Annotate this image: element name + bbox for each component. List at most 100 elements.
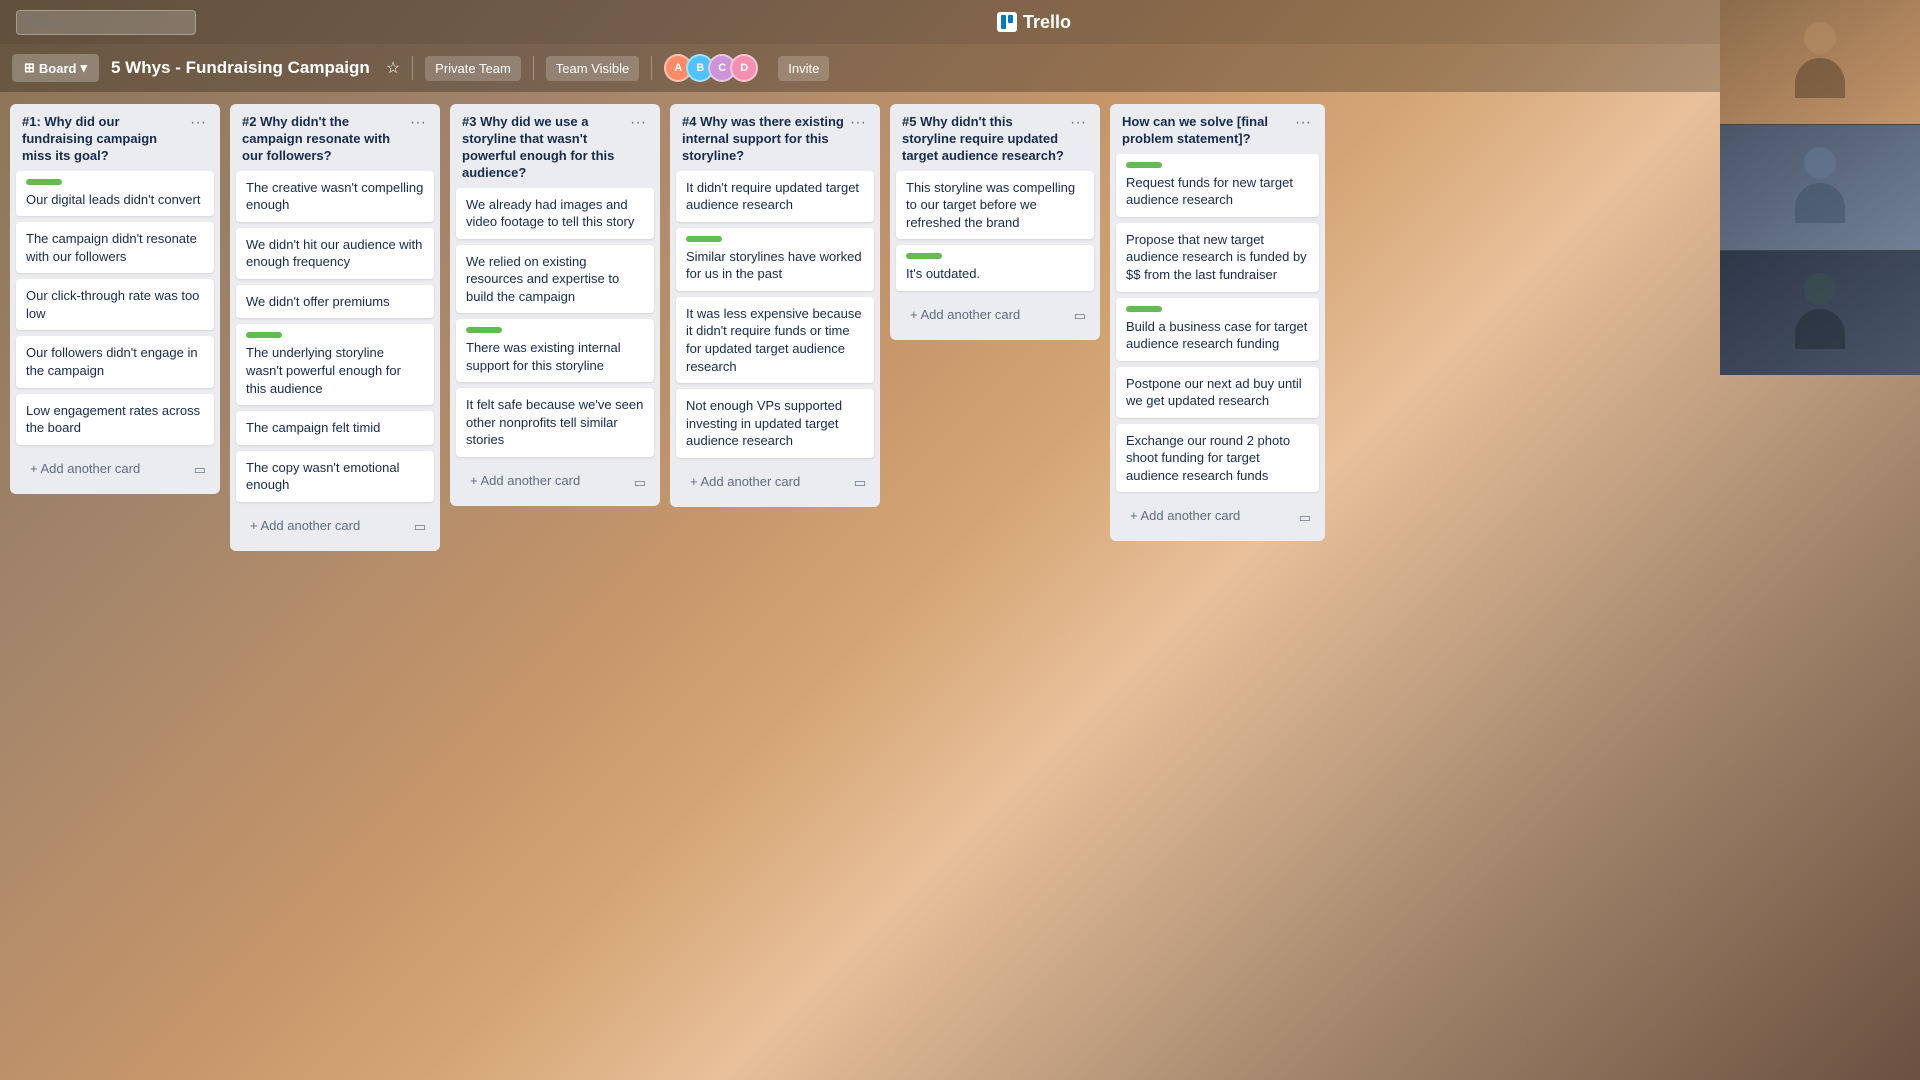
archive-icon-col1[interactable]: ▭ — [184, 454, 216, 486]
card-c4[interactable]: Our followers didn't engage in the campa… — [16, 336, 214, 387]
card-text-c2: The campaign didn't resonate with our fo… — [26, 231, 197, 264]
card-list-col4: It didn't require updated target audienc… — [670, 171, 880, 464]
archive-icon-col5[interactable]: ▭ — [1064, 300, 1096, 332]
add-card-btn-col3[interactable]: + Add another card — [460, 465, 618, 496]
card-text-c6: The creative wasn't compelling enough — [246, 180, 423, 213]
archive-icon-col2[interactable]: ▭ — [404, 511, 436, 543]
card-c14[interactable]: There was existing internal support for … — [456, 319, 654, 382]
list-menu-col3[interactable]: ··· — [628, 114, 648, 132]
list-menu-col5[interactable]: ··· — [1068, 114, 1088, 132]
board-btn-label: Board — [39, 61, 77, 76]
archive-icon-col4[interactable]: ▭ — [844, 467, 876, 499]
list-title-col5: #5 Why didn't this storyline require upd… — [902, 114, 1068, 165]
card-list-col6: Request funds for new target audience re… — [1110, 154, 1325, 499]
list-col5: #5 Why didn't this storyline require upd… — [890, 104, 1100, 340]
card-c10[interactable]: The campaign felt timid — [236, 411, 434, 445]
card-c11[interactable]: The copy wasn't emotional enough — [236, 451, 434, 502]
card-c7[interactable]: We didn't hit our audience with enough f… — [236, 228, 434, 279]
top-bar-left — [16, 10, 196, 35]
list-title-col2: #2 Why didn't the campaign resonate with… — [242, 114, 408, 165]
card-label-c24 — [1126, 306, 1162, 312]
card-c25[interactable]: Postpone our next ad buy until we get up… — [1116, 367, 1319, 418]
card-text-c17: Similar storylines have worked for us in… — [686, 249, 862, 282]
list-menu-col1[interactable]: ··· — [188, 114, 208, 132]
card-c19[interactable]: Not enough VPs supported investing in up… — [676, 389, 874, 458]
card-c9[interactable]: The underlying storyline wasn't powerful… — [236, 324, 434, 405]
app-name: Trello — [1023, 12, 1071, 33]
add-card-btn-col2[interactable]: + Add another card — [240, 510, 398, 541]
list-menu-col4[interactable]: ··· — [848, 114, 868, 132]
top-bar-center: Trello — [997, 12, 1071, 33]
add-card-btn-col5[interactable]: + Add another card — [900, 299, 1058, 330]
list-title-col6: How can we solve [final problem statemen… — [1122, 114, 1293, 148]
card-label-c14 — [466, 327, 502, 333]
board-icon: ⊞ — [24, 60, 35, 76]
visibility-button[interactable]: Team Visible — [546, 56, 639, 81]
add-card-btn-col1[interactable]: + Add another card — [20, 453, 178, 484]
card-c16[interactable]: It didn't require updated target audienc… — [676, 171, 874, 222]
card-text-c7: We didn't hit our audience with enough f… — [246, 237, 422, 270]
sil-head-1 — [1804, 22, 1836, 54]
card-c23[interactable]: Propose that new target audience researc… — [1116, 223, 1319, 292]
video-person-1 — [1720, 0, 1920, 124]
video-person-2 — [1720, 125, 1920, 249]
card-text-c8: We didn't offer premiums — [246, 294, 390, 309]
privacy-button[interactable]: Private Team — [425, 56, 521, 81]
avatar-4[interactable]: D — [730, 54, 758, 82]
add-card-btn-col6[interactable]: + Add another card — [1120, 500, 1283, 531]
card-text-c4: Our followers didn't engage in the campa… — [26, 345, 198, 378]
card-c3[interactable]: Our click-through rate was too low — [16, 279, 214, 330]
video-panel — [1720, 0, 1920, 375]
card-c15[interactable]: It felt safe because we've seen other no… — [456, 388, 654, 457]
card-text-c25: Postpone our next ad buy until we get up… — [1126, 376, 1302, 409]
card-c1[interactable]: Our digital leads didn't convert — [16, 171, 214, 217]
card-c26[interactable]: Exchange our round 2 photo shoot funding… — [1116, 424, 1319, 493]
video-tile-3 — [1720, 251, 1920, 375]
add-card-btn-col4[interactable]: + Add another card — [680, 466, 838, 497]
card-c2[interactable]: The campaign didn't resonate with our fo… — [16, 222, 214, 273]
card-text-c13: We relied on existing resources and expe… — [466, 254, 619, 304]
card-text-c22: Request funds for new target audience re… — [1126, 175, 1293, 208]
card-c22[interactable]: Request funds for new target audience re… — [1116, 154, 1319, 217]
silhouette-3 — [1790, 273, 1850, 353]
card-c24[interactable]: Build a business case for target audienc… — [1116, 298, 1319, 361]
divider2 — [533, 56, 534, 80]
list-title-col1: #1: Why did our fundraising campaign mis… — [22, 114, 188, 165]
card-c21[interactable]: It's outdated. — [896, 245, 1094, 291]
card-text-c5: Low engagement rates across the board — [26, 403, 200, 436]
list-title-col4: #4 Why was there existing internal suppo… — [682, 114, 848, 165]
card-c12[interactable]: We already had images and video footage … — [456, 188, 654, 239]
board-button[interactable]: ⊞ Board ▾ — [12, 54, 99, 82]
list-menu-col6[interactable]: ··· — [1293, 114, 1313, 132]
card-label-c21 — [906, 253, 942, 259]
add-card-row-col5: + Add another card▭ — [890, 297, 1100, 340]
archive-icon-col3[interactable]: ▭ — [624, 467, 656, 499]
list-col4: #4 Why was there existing internal suppo… — [670, 104, 880, 507]
card-list-col1: Our digital leads didn't convert The camp… — [10, 171, 220, 451]
list-menu-col2[interactable]: ··· — [408, 114, 428, 132]
card-c6[interactable]: The creative wasn't compelling enough — [236, 171, 434, 222]
card-c20[interactable]: This storyline was compelling to our tar… — [896, 171, 1094, 240]
invite-button[interactable]: Invite — [778, 56, 829, 81]
card-c18[interactable]: It was less expensive because it didn't … — [676, 297, 874, 383]
chevron-down-icon: ▾ — [80, 60, 87, 76]
star-button[interactable]: ☆ — [386, 58, 400, 78]
card-c13[interactable]: We relied on existing resources and expe… — [456, 245, 654, 314]
search-input[interactable] — [16, 10, 196, 35]
card-list-col2: The creative wasn't compelling enough We … — [230, 171, 440, 508]
card-list-col5: This storyline was compelling to our tar… — [890, 171, 1100, 297]
card-c8[interactable]: We didn't offer premiums — [236, 285, 434, 319]
card-c5[interactable]: Low engagement rates across the board — [16, 394, 214, 445]
list-col3: #3 Why did we use a storyline that wasn'… — [450, 104, 660, 506]
card-text-c1: Our digital leads didn't convert — [26, 192, 200, 207]
avatar-group: A B C D — [664, 54, 758, 82]
card-list-col3: We already had images and video footage … — [450, 188, 660, 463]
board-area: #1: Why did our fundraising campaign mis… — [0, 92, 1920, 1080]
archive-icon-col6[interactable]: ▭ — [1289, 502, 1321, 534]
card-text-c15: It felt safe because we've seen other no… — [466, 397, 643, 447]
divider — [412, 56, 413, 80]
divider3 — [651, 56, 652, 80]
video-person-3 — [1720, 251, 1920, 375]
card-c17[interactable]: Similar storylines have worked for us in… — [676, 228, 874, 291]
add-card-row-col2: + Add another card▭ — [230, 508, 440, 551]
